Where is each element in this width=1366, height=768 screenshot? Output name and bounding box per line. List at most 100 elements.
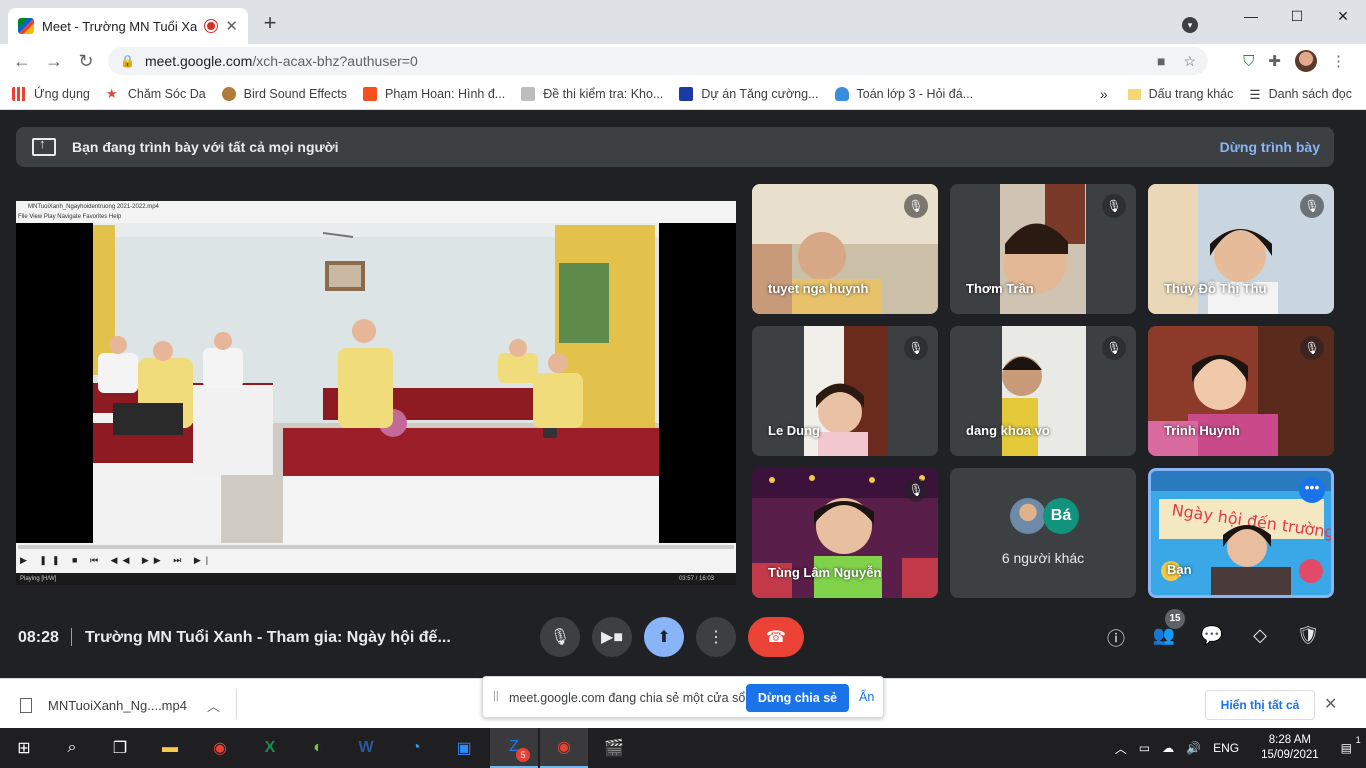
more-options-icon[interactable]: •••	[1299, 477, 1325, 503]
show-all-downloads-button[interactable]: Hiển thị tất cả	[1205, 690, 1315, 720]
bookmark-apps[interactable]: Ứng dụng	[12, 86, 90, 101]
chrome-menu-icon[interactable]: ⋮	[1331, 52, 1346, 70]
graduation-cap-favicon-icon	[679, 86, 694, 101]
search-icon: ⌕	[67, 739, 77, 756]
start-button[interactable]: ⊞	[0, 728, 48, 768]
drag-handle[interactable]: ||	[493, 690, 499, 702]
bookmark-item[interactable]: Phạm Hoan: Hình đ...	[362, 86, 505, 101]
clock-date: 15/09/2021	[1261, 749, 1319, 761]
tab-meet[interactable]: Meet - Trường MN Tuổi Xanh ✕	[8, 8, 248, 44]
bookmark-item[interactable]: Toán lớp 3 - Hỏi đá...	[834, 86, 973, 101]
participant-name: Tùng Lâm Nguyễn	[768, 565, 882, 580]
windows-logo-icon: ⊞	[17, 740, 31, 757]
shield-extension-icon[interactable]: ⛉	[1243, 53, 1254, 70]
address-bar[interactable]: 🔒 meet.google.com/xch-acax-bhz?authuser=…	[108, 47, 1208, 75]
file-explorer-button[interactable]: ▬	[146, 728, 194, 768]
notifications-icon[interactable]: ▤ 1	[1341, 735, 1361, 755]
chat-icon[interactable]: 💬	[1200, 625, 1224, 646]
media-player-controls: ▶ ❚❚ ■ ⏮ ◀◀ ▶▶ ⏭ ▶| Playing [H/W] 03:57 …	[16, 543, 736, 585]
camera-button[interactable]: ▶■	[592, 617, 632, 657]
profile-avatar[interactable]	[1295, 50, 1317, 72]
stop-sharing-button[interactable]: Dừng chia sẻ	[746, 684, 849, 712]
participant-tile[interactable]: 🎙 Thủy Đỗ Thị Thu	[1148, 184, 1334, 314]
close-download-bar-icon[interactable]: ✕	[1324, 694, 1337, 714]
recording-indicator-icon	[205, 20, 218, 32]
cloud-icon[interactable]: ☁	[1162, 741, 1174, 755]
more-participants-tile[interactable]: Bá 6 người khác	[950, 468, 1136, 598]
participant-name: tuyet nga huynh	[768, 281, 869, 296]
video-frame	[93, 223, 659, 543]
network-icon[interactable]: ▭	[1139, 741, 1150, 755]
meet-window: Bạn đang trình bày với tất cả mọi người …	[0, 111, 1366, 678]
participant-name: dang khoa vo	[966, 423, 1050, 438]
participant-tile[interactable]: 🎙 Tùng Lâm Nguyễn	[752, 468, 938, 598]
chevron-up-icon[interactable]: ︿	[207, 696, 220, 715]
bookmarks-overflow-button[interactable]: »	[1100, 86, 1108, 102]
media-player-button[interactable]: 🎬	[590, 728, 638, 768]
app-button[interactable]: ◐	[294, 728, 342, 768]
leave-call-button[interactable]: ☎	[748, 617, 804, 657]
tab-close-button[interactable]: ✕	[225, 17, 238, 35]
tab-search-icon[interactable]: ▾	[1182, 17, 1198, 33]
chrome-active-button[interactable]: ◉	[540, 728, 588, 768]
clock[interactable]: 8:28 AM 15/09/2021	[1255, 733, 1325, 763]
presenting-text: Bạn đang trình bày với tất cả mọi người	[72, 139, 339, 155]
download-item[interactable]: MNTuoiXanh_Ng....mp4 ︿	[20, 696, 220, 715]
apps-grid-icon	[12, 86, 26, 101]
bookmark-item[interactable]: ★ Chăm Sóc Da	[106, 86, 206, 101]
lock-icon[interactable]: 🔒	[120, 54, 135, 68]
activities-icon[interactable]: ◇	[1248, 625, 1272, 646]
edge-button[interactable]: ◔	[392, 728, 440, 768]
extensions-puzzle-icon[interactable]: ✚	[1268, 52, 1281, 70]
volume-icon[interactable]: 🔊	[1186, 741, 1201, 755]
hide-button[interactable]: Ẩn	[859, 690, 874, 704]
host-controls-icon[interactable]: 🛡	[1296, 625, 1320, 646]
share-message: meet.google.com đang chia sẻ một cửa sổ.	[509, 691, 749, 705]
new-tab-button[interactable]: +	[258, 10, 282, 36]
camera-in-use-icon[interactable]: ■	[1157, 53, 1165, 70]
bookmark-item[interactable]: Dự án Tăng cường...	[679, 86, 819, 101]
minimize-button[interactable]: —	[1228, 0, 1274, 32]
zoom-button[interactable]: ▣	[440, 728, 488, 768]
close-window-button[interactable]: ✕	[1320, 0, 1366, 32]
other-bookmarks-folder[interactable]: Dấu trang khác	[1149, 87, 1234, 101]
language-indicator[interactable]: ENG	[1213, 741, 1239, 755]
meet-control-bar: 08:28 Trường MN Tuổi Xanh - Tham gia: Ng…	[0, 609, 1366, 669]
reload-icon[interactable]: ↻	[70, 51, 102, 72]
forward-arrow-icon[interactable]: →	[38, 51, 70, 72]
present-button[interactable]: ⬆	[644, 617, 684, 657]
participant-tile[interactable]: 🎙 Thơm Trần	[950, 184, 1136, 314]
bookmark-star-icon[interactable]: ☆	[1183, 53, 1196, 70]
notification-count: 1	[1355, 735, 1361, 745]
participant-tile[interactable]: 🎙 Le Dung	[752, 326, 938, 456]
self-tile[interactable]: Ngày hội đến trường ••• Bạn	[1148, 468, 1334, 598]
folder-icon	[1127, 88, 1141, 100]
bookmark-item[interactable]: Bird Sound Effects	[221, 86, 347, 101]
meeting-details-icon[interactable]: ⓘ	[1104, 625, 1128, 651]
word-button[interactable]: W	[342, 728, 390, 768]
task-view-button[interactable]: ❐	[96, 728, 144, 768]
bookmark-item[interactable]: Đề thi kiểm tra: Kho...	[521, 86, 663, 101]
stop-presenting-button[interactable]: Dừng trình bày	[1220, 139, 1320, 155]
seek-bar[interactable]	[18, 545, 734, 549]
search-button[interactable]: ⌕	[48, 728, 96, 768]
meeting-title: Trường MN Tuổi Xanh - Tham gia: Ngày hội…	[85, 629, 451, 646]
participant-tile[interactable]: 🎙 tuyet nga huynh	[752, 184, 938, 314]
playback-buttons[interactable]: ▶ ❚❚ ■ ⏮ ◀◀ ▶▶ ⏭ ▶|	[20, 555, 213, 566]
participant-tile[interactable]: 🎙 dang khoa vo	[950, 326, 1136, 456]
zalo-button[interactable]: Z5	[490, 728, 538, 768]
system-tray: ︿ ▭ ☁ 🔊 ENG 8:28 AM 15/09/2021 ▤ 1	[1109, 728, 1366, 768]
player-status-bar: Playing [H/W] 03:57 / 16:03	[16, 573, 736, 585]
participant-tile[interactable]: 🎙 Trinh Huynh	[1148, 326, 1334, 456]
microphone-button[interactable]: 🎙	[540, 617, 580, 657]
chevron-up-icon[interactable]: ︿	[1115, 740, 1127, 757]
excel-button[interactable]: X	[246, 728, 294, 768]
reading-list-button[interactable]: Danh sách đọc	[1269, 87, 1352, 101]
media-player-titlebar: MNTuoiXanh_Ngayhoidentruong 2021-2022.mp…	[16, 201, 736, 223]
back-arrow-icon[interactable]: ←	[6, 51, 38, 72]
chrome-taskbar-button[interactable]: ◉	[196, 728, 244, 768]
maximize-button[interactable]: ☐	[1274, 0, 1320, 32]
presentation-view: MNTuoiXanh_Ngayhoidentruong 2021-2022.mp…	[16, 201, 736, 585]
classroom-video-image	[93, 223, 659, 543]
more-options-button[interactable]: ⋮	[696, 617, 736, 657]
